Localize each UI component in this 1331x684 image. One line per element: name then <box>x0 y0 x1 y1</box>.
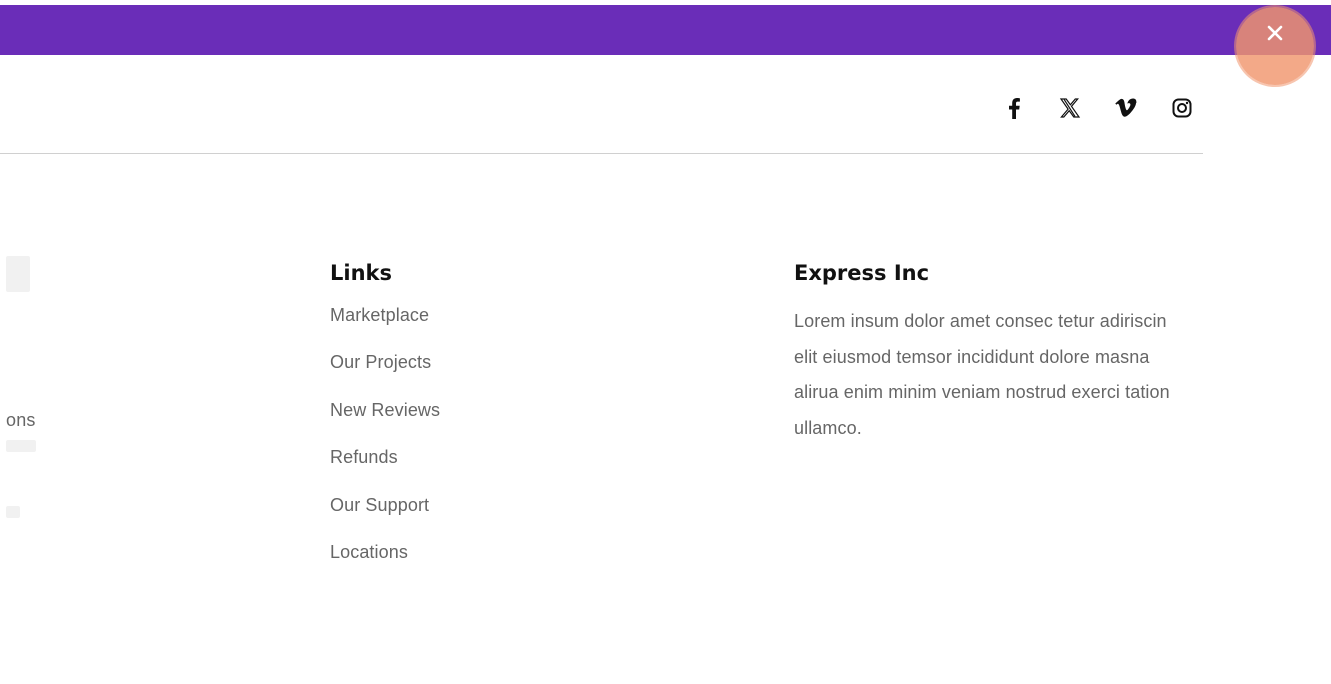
vimeo-link[interactable] <box>1112 94 1140 122</box>
social-links <box>1000 94 1196 122</box>
left-column-fragment <box>0 250 60 550</box>
close-icon <box>1267 25 1283 41</box>
instagram-link[interactable] <box>1168 94 1196 122</box>
link-our-projects[interactable]: Our Projects <box>330 352 431 372</box>
facebook-icon <box>1009 98 1020 119</box>
list-item: Our Projects <box>330 353 440 400</box>
vimeo-icon <box>1115 98 1137 117</box>
facebook-link[interactable] <box>1000 94 1028 122</box>
link-marketplace[interactable]: Marketplace <box>330 305 429 325</box>
x-link[interactable] <box>1056 94 1084 122</box>
list-item: Locations <box>330 543 440 590</box>
ghost-glyph <box>6 256 30 292</box>
list-item: New Reviews <box>330 401 440 448</box>
left-column-link-fragment[interactable]: ons <box>6 410 36 431</box>
ghost-glyph <box>6 440 36 452</box>
instagram-icon <box>1172 98 1192 118</box>
divider <box>0 153 1203 154</box>
list-item: Marketplace <box>330 306 440 353</box>
close-button[interactable] <box>1236 7 1314 85</box>
list-item: Our Support <box>330 496 440 543</box>
top-bar <box>0 5 1331 55</box>
link-our-support[interactable]: Our Support <box>330 495 429 515</box>
links-list: Marketplace Our Projects New Reviews Ref… <box>330 306 440 590</box>
ghost-glyph <box>6 506 20 518</box>
list-item: Refunds <box>330 448 440 495</box>
link-locations[interactable]: Locations <box>330 542 408 562</box>
express-description: Lorem insum dolor amet consec tetur adir… <box>794 311 1170 438</box>
link-new-reviews[interactable]: New Reviews <box>330 400 440 420</box>
link-refunds[interactable]: Refunds <box>330 447 398 467</box>
links-heading: Links <box>330 261 392 285</box>
x-icon <box>1059 98 1081 118</box>
express-column: Express Inc Lorem insum dolor amet conse… <box>794 258 1174 446</box>
express-heading: Express Inc <box>794 261 930 285</box>
links-column: Links Marketplace Our Projects New Revie… <box>330 258 440 590</box>
page: ons Links Marketplace Our Projects New R… <box>0 0 1331 684</box>
